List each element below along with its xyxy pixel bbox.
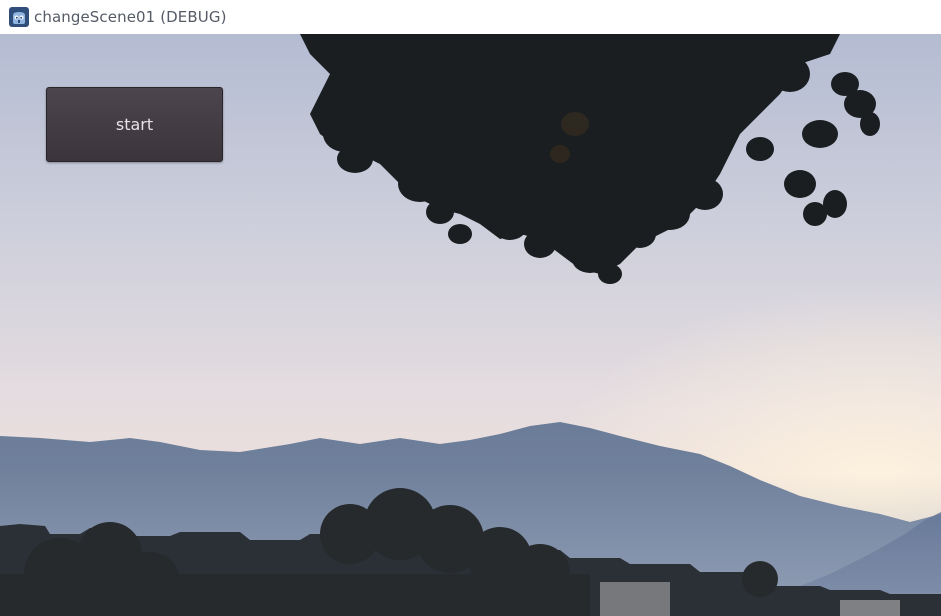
start-button[interactable]: start [46, 87, 223, 162]
game-window: changeScene01 (DEBUG) start [0, 0, 941, 616]
window-title: changeScene01 (DEBUG) [34, 8, 227, 26]
godot-icon [9, 7, 29, 27]
window-titlebar: changeScene01 (DEBUG) [0, 0, 941, 34]
game-viewport: start [0, 34, 941, 616]
start-button-label: start [115, 115, 154, 134]
